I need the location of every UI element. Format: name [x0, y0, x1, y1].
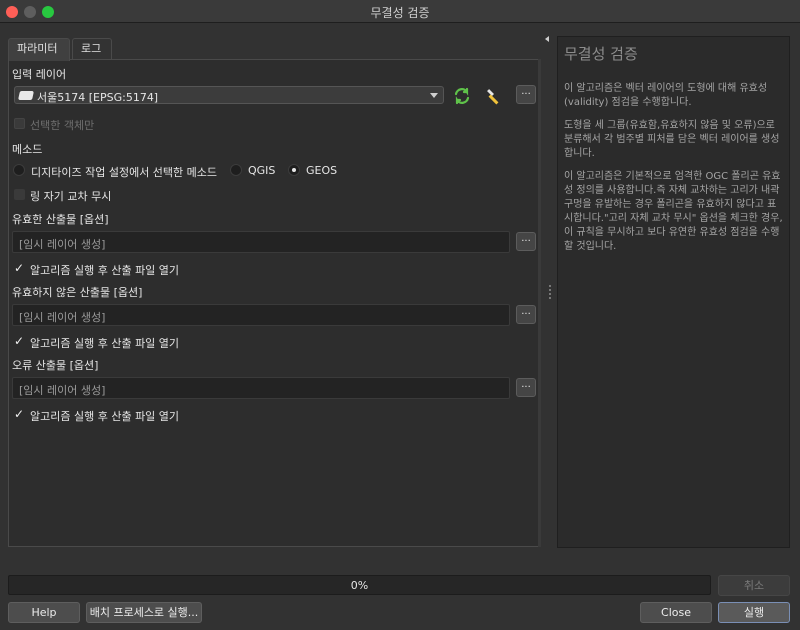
method-option-qgis-label: QGIS [248, 164, 276, 177]
valid-output-field[interactable]: [임시 레이어 생성] [12, 231, 510, 253]
invalid-output-open-label: 알고리즘 실행 후 산출 파일 열기 [30, 337, 180, 350]
tab-parameters[interactable]: 파라미터 [8, 38, 70, 61]
error-output-field[interactable]: [임시 레이어 생성] [12, 377, 510, 399]
parameters-scrollbar[interactable] [538, 59, 541, 547]
invalid-output-field[interactable]: [임시 레이어 생성] [12, 304, 510, 326]
invalid-output-label: 유효하지 않은 산출물 [옵션] [12, 286, 143, 299]
invalid-output-open-checkbox[interactable]: ✓ [14, 334, 24, 348]
help-paragraph: 도형을 세 그룹(유효함,유효하지 않음 및 오류)으로 분류해서 각 범주별 … [564, 120, 780, 159]
progress-bar: 0% [8, 575, 711, 595]
error-output-label: 오류 산출물 [옵션] [12, 359, 99, 372]
valid-output-options-button[interactable]: ... [516, 232, 536, 251]
run-button[interactable]: 실행 [718, 602, 790, 623]
method-label: 메소드 [12, 143, 43, 156]
help-title: 무결성 검증 [564, 45, 638, 63]
polygon-layer-icon [18, 91, 34, 100]
method-radio-qgis[interactable] [230, 164, 242, 176]
valid-output-open-checkbox[interactable]: ✓ [14, 261, 24, 275]
help-paragraph: 이 알고리즘은 벡터 레이어의 도형에 대해 유효성(validity) 점검을… [564, 83, 768, 108]
chevron-down-icon [430, 93, 438, 98]
selected-only-checkbox[interactable] [14, 118, 25, 129]
method-option-geos-label: GEOS [306, 164, 338, 177]
method-radio-digitizing[interactable] [13, 164, 25, 176]
help-button[interactable]: Help [8, 602, 80, 623]
error-output-open-checkbox[interactable]: ✓ [14, 407, 24, 421]
ignore-ring-label: 링 자기 교차 무시 [30, 190, 112, 203]
input-layer-combo[interactable]: 서울5174 [EPSG:5174] [14, 86, 444, 104]
input-layer-options-button[interactable]: ... [516, 85, 536, 104]
close-button[interactable]: Close [640, 602, 712, 623]
ignore-ring-checkbox[interactable] [14, 189, 25, 200]
progress-text: 0% [350, 579, 369, 592]
method-option-digitizing-label: 디지타이즈 작업 설정에서 선택한 메소드 [31, 166, 218, 179]
splitter-handle[interactable] [549, 285, 551, 299]
valid-output-open-label: 알고리즘 실행 후 산출 파일 열기 [30, 264, 180, 277]
collapse-help-icon[interactable] [545, 36, 549, 42]
valid-output-label: 유효한 산출물 [옵션] [12, 213, 109, 226]
input-layer-label: 입력 레이어 [12, 68, 67, 81]
tab-log[interactable]: 로그 [72, 38, 112, 60]
help-panel: 무결성 검증 이 알고리즘은 벡터 레이어의 도형에 대해 유효성(validi… [557, 36, 790, 548]
selected-only-label: 선택한 객체만 [30, 119, 95, 132]
method-radio-geos[interactable] [288, 164, 300, 176]
title-bar: 무결성 검증 [0, 0, 800, 23]
window-title: 무결성 검증 [370, 6, 430, 20]
help-paragraph: 이 알고리즘은 기본적으로 엄격한 OGC 폴리곤 유효성 정의를 사용합니다.… [564, 171, 783, 252]
input-layer-value: 서울5174 [EPSG:5174] [37, 91, 159, 104]
invalid-output-options-button[interactable]: ... [516, 305, 536, 324]
batch-process-button[interactable]: 배치 프로세스로 실행... [86, 602, 202, 623]
error-output-options-button[interactable]: ... [516, 378, 536, 397]
wrench-icon[interactable] [484, 85, 506, 107]
cancel-button[interactable]: 취소 [718, 575, 790, 596]
iterate-icon[interactable] [452, 86, 472, 106]
error-output-open-label: 알고리즘 실행 후 산출 파일 열기 [30, 410, 180, 423]
